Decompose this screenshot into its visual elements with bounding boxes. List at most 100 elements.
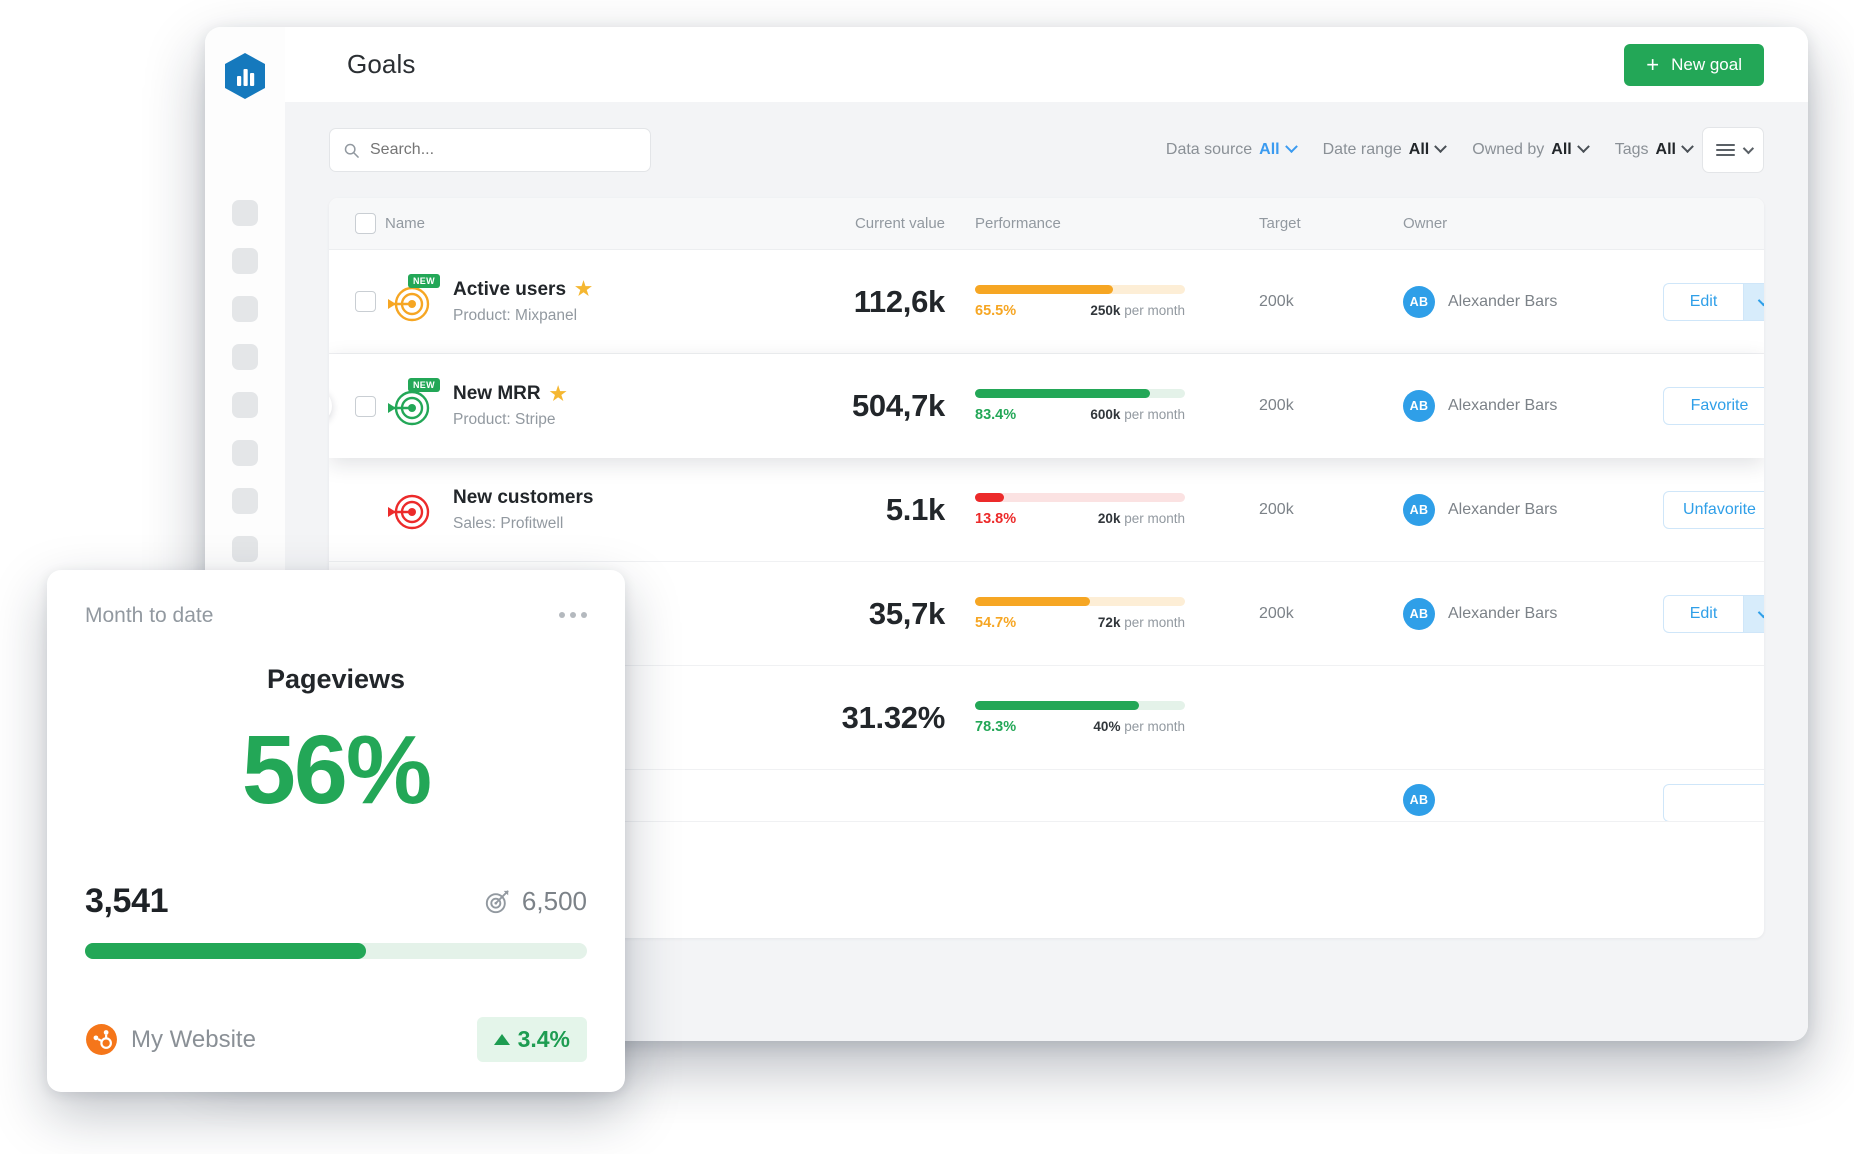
sidebar-item-7[interactable] — [232, 488, 258, 514]
search-input[interactable] — [370, 141, 636, 159]
kpi-percent-value: 56% — [241, 715, 432, 824]
edit-button[interactable]: Edit — [1663, 594, 1743, 633]
table-row[interactable]: NEW New MRR ★ Product: Stripe 504,7k 83.4% 600… — [329, 354, 1764, 458]
column-header-name: Name — [385, 215, 426, 232]
drag-handle[interactable] — [329, 389, 332, 423]
favorite-button[interactable]: Favorite — [1663, 387, 1764, 425]
edit-split-button[interactable]: Edit — [1663, 282, 1764, 321]
performance-fill — [975, 492, 1004, 502]
goal-icon-wrapper: NEW — [385, 273, 440, 327]
row-action-button[interactable] — [1663, 784, 1764, 821]
filter-value: All — [1655, 141, 1676, 158]
goal-subtitle: Product: Stripe — [453, 411, 556, 428]
star-icon[interactable]: ★ — [575, 280, 592, 299]
kpi-more-options-icon[interactable] — [559, 604, 587, 618]
kpi-delta-badge: 3.4% — [476, 1017, 587, 1062]
kpi-source-label: My Website — [131, 1025, 256, 1053]
sidebar-item-6[interactable] — [232, 440, 258, 466]
avatar: AB — [1403, 784, 1435, 816]
screenshot-stage: Goals + New goal Data sourceAll Date rang… — [0, 0, 1854, 1154]
goal-name-cell: NEW Active users ★ Product: Mixpanel — [385, 273, 787, 327]
goal-title-text: New customers — [453, 486, 594, 508]
performance-track — [975, 389, 1185, 398]
column-header-target: Target — [1259, 215, 1301, 232]
row-checkbox[interactable] — [355, 395, 376, 417]
performance-fill — [975, 284, 1113, 294]
kpi-card-header: Month to date — [85, 604, 587, 628]
table-row[interactable]: NEW Active users ★ Product: Mixpanel 112,6k 6… — [329, 250, 1764, 354]
sidebar-item-1[interactable] — [232, 200, 258, 226]
kpi-card: Month to date Pageviews 56% 3,541 6,500 — [47, 570, 625, 1092]
table-header-row: Name Current value Performance Target Ow… — [329, 198, 1764, 250]
kpi-delta-value: 3.4% — [517, 1026, 570, 1052]
plus-icon: + — [1646, 51, 1660, 77]
edit-split-button[interactable]: Edit — [1663, 594, 1764, 633]
sidebar-item-4[interactable] — [232, 344, 258, 370]
current-value-cell: 31.32% — [787, 699, 946, 736]
owner-name: Alexander Bars — [1448, 397, 1558, 414]
goal-subtitle: Sales: Profitwell — [453, 514, 564, 532]
kpi-source-group: My Website — [85, 1023, 256, 1056]
owner-cell: AB Alexander Bars — [1403, 285, 1663, 318]
arrow-up-icon — [493, 1034, 510, 1045]
kpi-current-value: 3,541 — [85, 882, 169, 920]
sidebar-item-8[interactable] — [232, 536, 258, 562]
performance-cell: 54.7% 72k per month — [945, 596, 1235, 631]
avatar: AB — [1403, 285, 1435, 318]
filter-date-range[interactable]: Date range All — [1323, 140, 1448, 159]
performance-percent: 54.7% — [975, 614, 1017, 631]
row-actions-cell: Favorite — [1663, 387, 1764, 425]
chevron-down-icon — [1576, 140, 1590, 154]
view-options-button[interactable] — [1702, 127, 1764, 173]
goal-icon-wrapper: NEW — [385, 378, 440, 431]
search-icon — [344, 143, 359, 158]
topbar: Goals + New goal — [285, 27, 1808, 102]
owner-name: Alexander Bars — [1448, 500, 1558, 518]
filter-owned-by[interactable]: Owned by All — [1472, 140, 1590, 159]
goal-text-block: New MRR ★ Product: Stripe — [453, 383, 567, 429]
current-value: 504,7k — [851, 388, 945, 423]
target-value: 200k — [1259, 397, 1294, 414]
column-header-owner: Owner — [1403, 215, 1448, 232]
row-checkbox[interactable] — [355, 291, 376, 312]
current-value-cell: 112,6k — [787, 284, 946, 320]
new-goal-button[interactable]: + New goal — [1624, 43, 1764, 86]
unfavorite-button[interactable]: Unfavorite — [1663, 490, 1764, 529]
avatar: AB — [1403, 597, 1435, 630]
edit-button[interactable]: Edit — [1663, 282, 1743, 321]
performance-fill — [975, 596, 1090, 606]
sidebar-item-2[interactable] — [232, 248, 258, 274]
hamburger-icon — [1715, 144, 1735, 156]
sidebar-item-3[interactable] — [232, 296, 258, 322]
goal-title-text: New MRR — [453, 383, 541, 404]
owner-cell: AB Alexander Bars — [1403, 597, 1663, 630]
goal-title: New MRR ★ — [453, 383, 567, 405]
owner-cell: AB Alexander Bars — [1403, 493, 1663, 526]
performance-meta: 65.5% 250k per month — [975, 303, 1185, 319]
performance-percent: 83.4% — [975, 407, 1017, 423]
filter-label: Owned by — [1472, 141, 1545, 158]
goal-title: New customers — [453, 487, 593, 509]
performance-percent: 65.5% — [975, 302, 1017, 319]
filter-value: All — [1408, 141, 1430, 158]
performance-cell: 65.5% 250k per month — [945, 284, 1235, 319]
filter-data-source[interactable]: Data source All — [1166, 140, 1298, 159]
filter-group: Data source All Date range All Owned by All Ta… — [1166, 140, 1694, 159]
edit-dropdown-button[interactable] — [1743, 282, 1764, 321]
row-actions-cell: Edit — [1663, 594, 1764, 633]
current-value: 31.32% — [841, 699, 946, 735]
search-box[interactable] — [329, 128, 651, 172]
performance-meta: 78.3% 40% per month — [975, 719, 1185, 735]
goal-target-icon — [388, 494, 430, 529]
goal-title: Active users ★ — [453, 279, 592, 301]
sidebar-item-5[interactable] — [232, 392, 258, 418]
table-row[interactable]: New customers Sales: Profitwell 5.1k 13.8% 2… — [329, 458, 1764, 562]
new-badge: NEW — [408, 273, 440, 288]
edit-dropdown-button[interactable] — [1743, 594, 1764, 633]
star-icon[interactable]: ★ — [550, 385, 567, 404]
select-all-checkbox[interactable] — [355, 213, 376, 234]
chevron-down-icon — [1757, 606, 1764, 618]
goal-name-cell: NEW New MRR ★ Product: Stripe — [385, 378, 787, 431]
performance-fill — [975, 700, 1140, 710]
filter-tags[interactable]: Tags All — [1615, 140, 1694, 159]
